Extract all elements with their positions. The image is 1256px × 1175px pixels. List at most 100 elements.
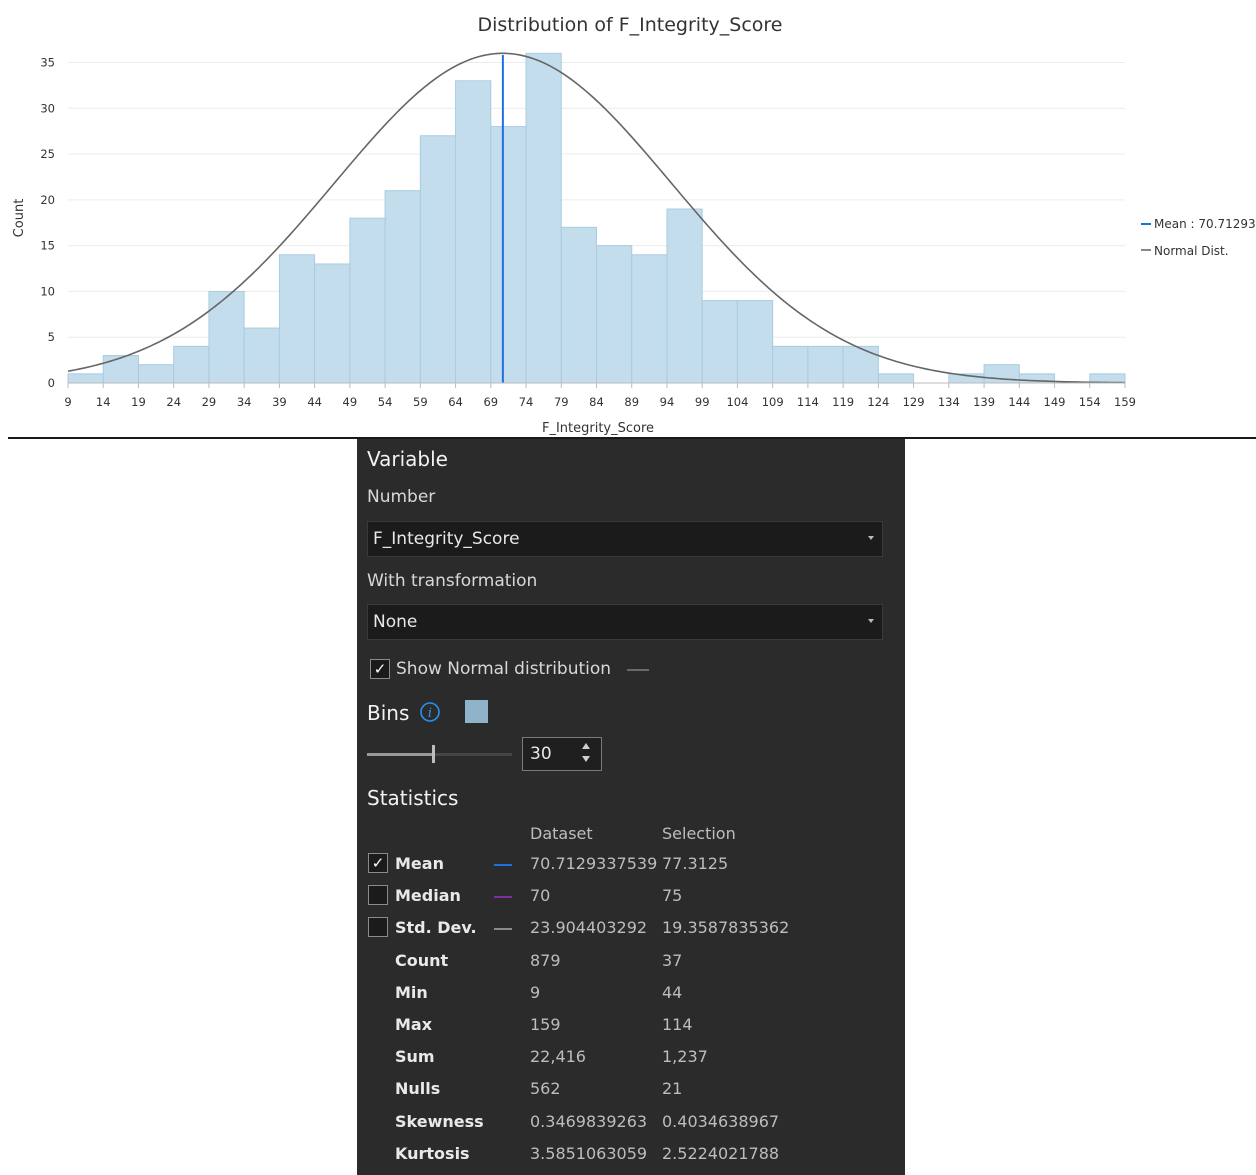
histogram-bar[interactable] bbox=[666, 208, 703, 384]
histogram-bar[interactable] bbox=[525, 52, 562, 384]
y-axis: 0 5 10 15 20 25 30 35 bbox=[40, 55, 55, 390]
statistics-section-title: Statistics bbox=[367, 786, 459, 810]
bins-number-input[interactable]: 30 bbox=[522, 737, 602, 771]
x-tick-label: 14 bbox=[96, 395, 111, 409]
show-normal-label: Show Normal distribution bbox=[396, 659, 612, 679]
stat-line-swatch bbox=[494, 896, 512, 899]
bins-slider-fill bbox=[367, 753, 434, 756]
x-tick-label: 94 bbox=[660, 395, 675, 409]
stat-name: Mean bbox=[395, 854, 444, 873]
stat-selection-value: 2.5224021788 bbox=[662, 1143, 780, 1163]
x-tick-label: 79 bbox=[554, 395, 569, 409]
histogram-bar[interactable] bbox=[736, 300, 774, 384]
x-tick-label: 54 bbox=[378, 395, 393, 409]
stat-dataset-value: 3.5851063059 bbox=[530, 1143, 648, 1163]
y-tick-label: 35 bbox=[40, 55, 55, 69]
chevron-down-icon bbox=[868, 619, 874, 623]
stat-selection-value: 1,237 bbox=[662, 1047, 708, 1067]
x-tick-label: 149 bbox=[1044, 395, 1066, 409]
y-tick-label: 5 bbox=[48, 330, 55, 344]
stat-selection-value: 75 bbox=[662, 886, 683, 906]
x-tick-label: 74 bbox=[519, 395, 534, 409]
bins-slider-thumb[interactable] bbox=[432, 745, 436, 763]
y-tick-label: 20 bbox=[40, 193, 55, 207]
normal-line-swatch bbox=[627, 669, 649, 671]
stat-line-swatch bbox=[494, 864, 512, 866]
stat-row-max: Max 159 114 bbox=[357, 1012, 905, 1042]
histogram-bar[interactable] bbox=[243, 327, 280, 384]
histogram-bar[interactable] bbox=[877, 373, 915, 384]
x-tick-label: 89 bbox=[624, 395, 639, 409]
histogram-bar[interactable] bbox=[314, 263, 351, 384]
info-icon[interactable]: i bbox=[420, 702, 440, 722]
x-tick-label: 154 bbox=[1079, 395, 1101, 409]
x-tick-label: 24 bbox=[166, 395, 181, 409]
histogram-bar[interactable] bbox=[772, 345, 809, 384]
histogram-bar[interactable] bbox=[596, 245, 633, 384]
histogram-bar[interactable] bbox=[349, 217, 386, 384]
transformation-dropdown[interactable]: None bbox=[367, 604, 883, 640]
y-tick-label: 15 bbox=[40, 239, 55, 253]
stepper-up-icon[interactable] bbox=[582, 743, 590, 749]
stat-name: Nulls bbox=[395, 1079, 441, 1099]
legend[interactable]: Mean : 70.71293 Normal Dist. bbox=[1141, 217, 1256, 258]
histogram-bar[interactable] bbox=[384, 190, 421, 384]
chart-title: Distribution of F_Integrity_Score bbox=[477, 14, 782, 36]
stepper-down-icon[interactable] bbox=[582, 756, 590, 762]
histogram-bar[interactable] bbox=[137, 364, 175, 384]
stat-checkbox[interactable]: ✓ bbox=[368, 853, 388, 873]
histogram-bar[interactable] bbox=[807, 345, 844, 384]
stat-selection-value: 19.3587835362 bbox=[662, 918, 790, 938]
stat-dataset-value: 0.3469839263 bbox=[530, 1111, 648, 1131]
show-normal-checkbox[interactable]: ✓ bbox=[370, 659, 390, 679]
stat-dataset-value: 879 bbox=[530, 950, 561, 970]
histogram-bar[interactable] bbox=[490, 126, 527, 384]
number-field-dropdown[interactable]: F_Integrity_Score bbox=[367, 521, 883, 557]
chevron-down-icon bbox=[868, 536, 874, 540]
histogram-bar[interactable] bbox=[173, 345, 210, 384]
transformation-value: None bbox=[373, 612, 418, 632]
x-tick-label: 119 bbox=[832, 395, 854, 409]
stat-row-std-dev: Std. Dev. 23.904403292 19.3587835362 bbox=[357, 915, 905, 945]
histogram-bar[interactable] bbox=[560, 226, 597, 384]
histogram-bar[interactable] bbox=[419, 135, 457, 384]
stat-dataset-value: 70.7129337539 bbox=[530, 854, 658, 873]
x-axis-title: F_Integrity_Score bbox=[542, 421, 654, 436]
stat-name: Sum bbox=[395, 1047, 435, 1067]
dataset-column-header: Dataset bbox=[530, 824, 593, 843]
stat-dataset-value: 70 bbox=[530, 886, 551, 906]
x-tick-label: 44 bbox=[307, 395, 322, 409]
histogram-bar[interactable] bbox=[102, 355, 139, 384]
stat-row-nulls: Nulls 562 21 bbox=[357, 1076, 905, 1106]
stat-row-min: Min 9 44 bbox=[357, 980, 905, 1010]
x-tick-label: 69 bbox=[483, 395, 498, 409]
histogram-bar[interactable] bbox=[278, 254, 316, 384]
y-tick-label: 0 bbox=[48, 376, 55, 390]
bins-color-swatch[interactable] bbox=[465, 700, 488, 723]
stat-dataset-value: 22,416 bbox=[530, 1047, 586, 1067]
x-tick-label: 49 bbox=[343, 395, 358, 409]
stat-checkbox[interactable] bbox=[368, 885, 388, 906]
histogram-bar[interactable] bbox=[842, 345, 879, 384]
bins-number-value: 30 bbox=[530, 744, 552, 764]
histogram-bar[interactable] bbox=[67, 373, 104, 384]
y-tick-label: 25 bbox=[40, 147, 55, 161]
x-tick-label: 99 bbox=[695, 395, 710, 409]
y-axis-title: Count bbox=[12, 199, 27, 238]
histogram-bar[interactable] bbox=[455, 80, 492, 384]
stat-name: Kurtosis bbox=[395, 1143, 470, 1163]
stat-selection-value: 114 bbox=[662, 1015, 693, 1034]
stat-dataset-value: 159 bbox=[530, 1015, 561, 1034]
number-field-value: F_Integrity_Score bbox=[373, 529, 520, 549]
selection-column-header: Selection bbox=[662, 824, 736, 843]
histogram-bar[interactable] bbox=[631, 254, 668, 384]
bins-slider-track[interactable] bbox=[367, 745, 512, 763]
histogram-bar[interactable] bbox=[701, 300, 738, 384]
stat-selection-value: 37 bbox=[662, 950, 683, 970]
stat-selection-value: 77.3125 bbox=[662, 854, 729, 873]
histogram-bars[interactable] bbox=[67, 52, 1126, 384]
x-tick-label: 139 bbox=[973, 395, 995, 409]
histogram-settings-panel: Variable Number F_Integrity_Score With t… bbox=[357, 439, 905, 1175]
stat-checkbox[interactable] bbox=[368, 917, 388, 938]
histogram-bar[interactable] bbox=[208, 290, 245, 384]
